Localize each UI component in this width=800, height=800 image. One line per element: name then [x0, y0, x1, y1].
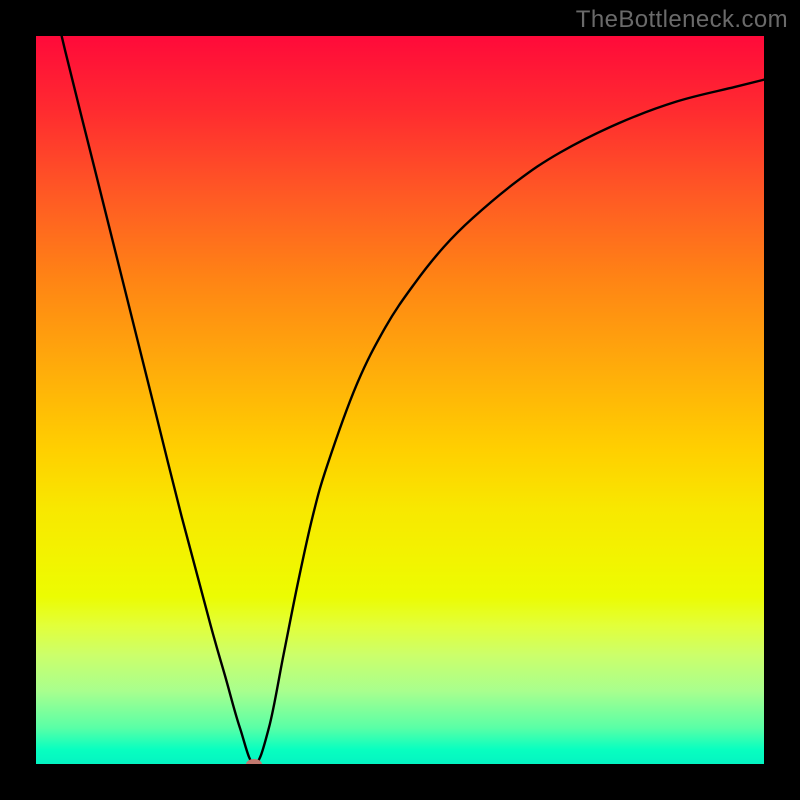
optimum-marker — [246, 759, 262, 764]
chart-plot-area — [36, 36, 764, 764]
branding-watermark: TheBottleneck.com — [576, 6, 788, 34]
bottleneck-curve — [36, 36, 764, 764]
chart-curve-svg — [36, 36, 764, 764]
chart-frame: TheBottleneck.com — [0, 0, 800, 800]
